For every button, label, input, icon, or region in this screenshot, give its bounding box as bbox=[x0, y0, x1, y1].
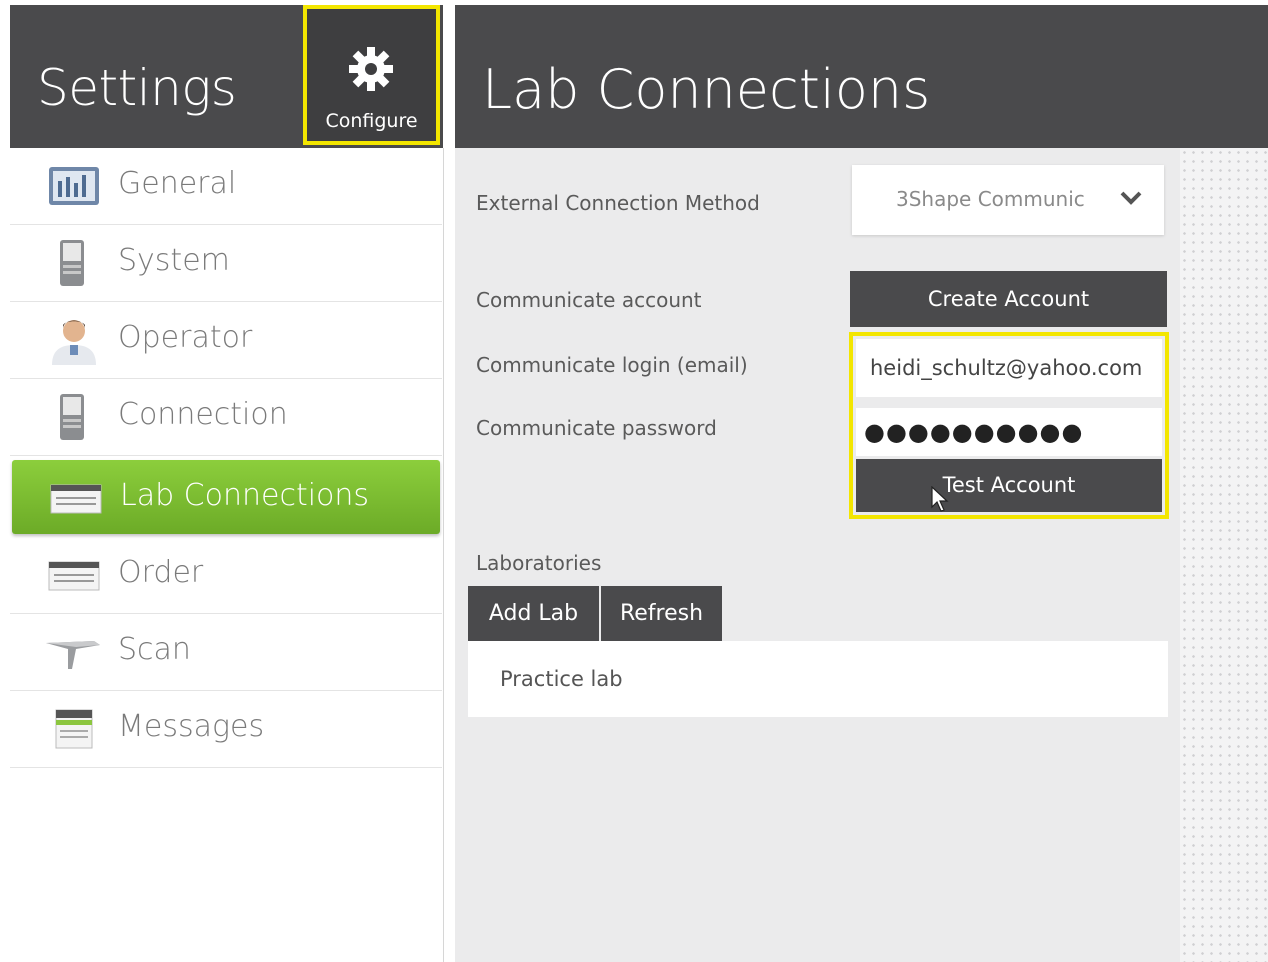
mouse-pointer-icon bbox=[931, 486, 949, 512]
messages-icon bbox=[55, 709, 93, 749]
communicate-login-label: Communicate login (email) bbox=[476, 353, 748, 377]
list-item[interactable]: Practice lab bbox=[468, 641, 1168, 717]
sidebar-item-label: Operator bbox=[118, 320, 253, 355]
scanner-icon bbox=[46, 641, 100, 669]
add-lab-button[interactable]: Add Lab bbox=[468, 586, 599, 641]
page-header: Lab Connections bbox=[455, 5, 1268, 148]
external-connection-method-label: External Connection Method bbox=[476, 191, 760, 215]
communicate-password-label: Communicate password bbox=[476, 416, 717, 440]
laboratories-label: Laboratories bbox=[476, 551, 602, 575]
sidebar-item-label: Lab Connections bbox=[120, 478, 370, 513]
sidebar-item-label: System bbox=[118, 243, 230, 278]
gear-icon bbox=[349, 47, 393, 91]
sidebar-item-operator[interactable]: Operator bbox=[10, 302, 442, 379]
email-field[interactable]: heidi_schultz@yahoo.com bbox=[856, 339, 1162, 397]
password-field[interactable]: ●●●●●●●●●● bbox=[856, 408, 1162, 456]
sidebar-item-connection[interactable]: Connection bbox=[10, 379, 442, 456]
sidebar-item-system[interactable]: System bbox=[10, 225, 442, 302]
order-icon bbox=[48, 561, 100, 591]
connection-device-icon bbox=[60, 394, 84, 440]
general-settings-icon bbox=[49, 167, 99, 205]
test-account-button[interactable]: Test Account bbox=[856, 459, 1162, 512]
laboratories-list: Practice lab bbox=[468, 641, 1168, 717]
sidebar-item-messages[interactable]: Messages bbox=[10, 691, 442, 768]
lab-connections-icon bbox=[50, 484, 102, 514]
external-connection-method-select[interactable]: 3Shape Communic bbox=[852, 165, 1164, 235]
operator-avatar-icon bbox=[52, 320, 96, 365]
lab-name: Practice lab bbox=[500, 667, 623, 691]
sidebar-item-order[interactable]: Order bbox=[10, 537, 442, 614]
sidebar-item-lab-connections[interactable]: Lab Connections bbox=[12, 460, 440, 534]
sidebar-item-label: General bbox=[118, 166, 237, 201]
create-account-button[interactable]: Create Account bbox=[850, 271, 1167, 327]
sidebar-item-label: Messages bbox=[118, 709, 265, 744]
refresh-button[interactable]: Refresh bbox=[601, 586, 722, 641]
select-value: 3Shape Communic bbox=[896, 187, 1085, 211]
system-device-icon bbox=[60, 240, 84, 286]
dotted-side-panel bbox=[1180, 148, 1268, 962]
settings-sidebar: General System Operator Connection Lab C… bbox=[10, 148, 444, 962]
settings-header: Settings Configure bbox=[10, 5, 443, 148]
sidebar-item-label: Scan bbox=[118, 632, 191, 667]
chevron-down-icon bbox=[1120, 191, 1142, 205]
configure-label: Configure bbox=[325, 110, 418, 132]
page-title: Lab Connections bbox=[482, 58, 931, 121]
settings-title: Settings bbox=[37, 59, 237, 117]
sidebar-item-label: Order bbox=[118, 555, 204, 590]
configure-button[interactable]: Configure bbox=[303, 5, 440, 145]
sidebar-item-label: Connection bbox=[118, 397, 288, 432]
sidebar-item-scan[interactable]: Scan bbox=[10, 614, 442, 691]
sidebar-item-general[interactable]: General bbox=[10, 148, 442, 225]
communicate-account-label: Communicate account bbox=[476, 288, 702, 312]
